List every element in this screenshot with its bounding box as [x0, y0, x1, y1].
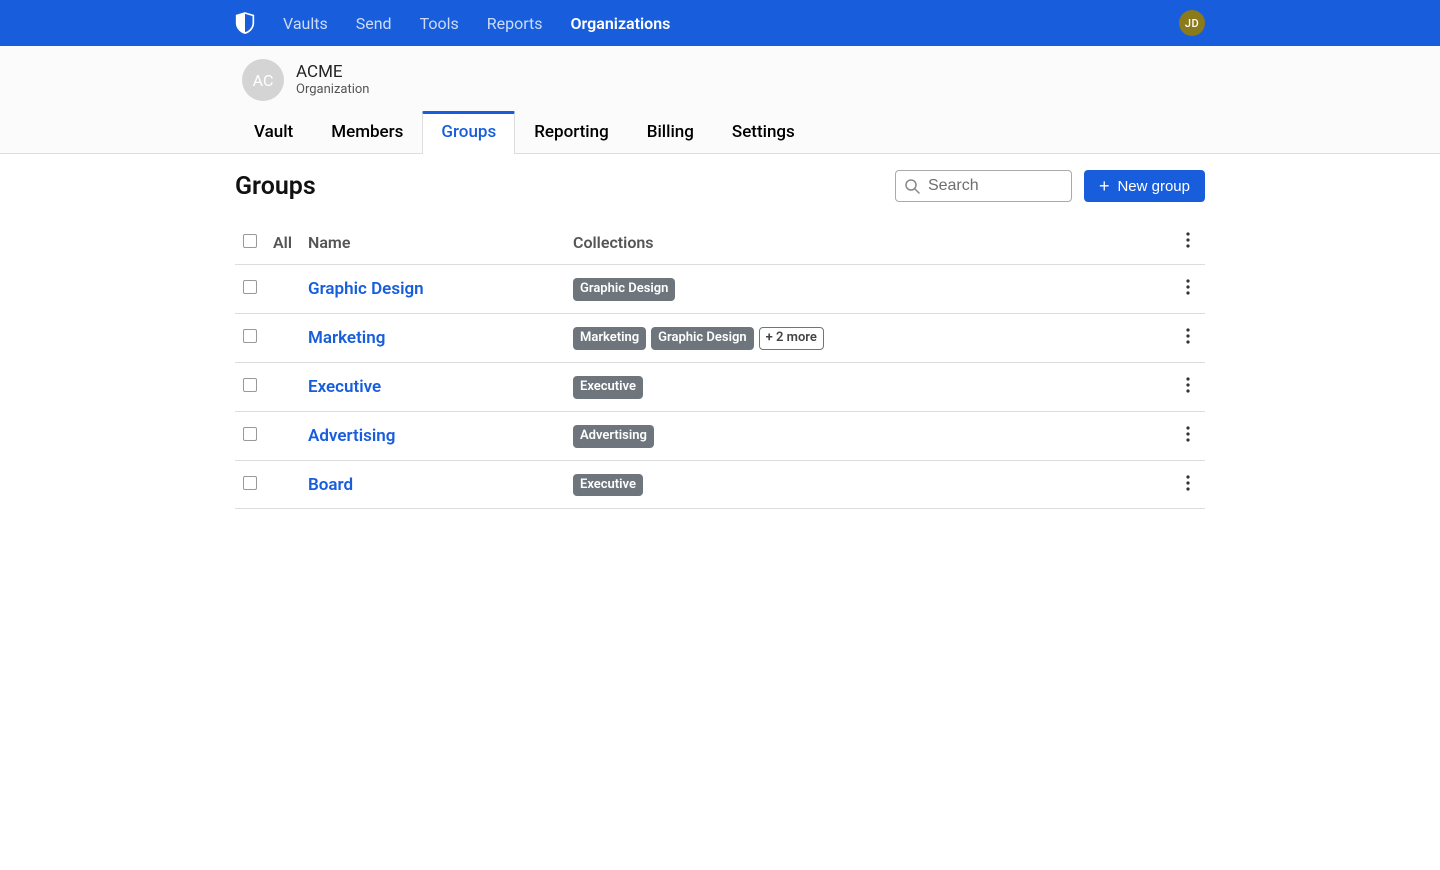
collection-badge: Graphic Design: [651, 327, 753, 350]
group-name-link[interactable]: Graphic Design: [308, 279, 424, 299]
select-all-checkbox[interactable]: [243, 234, 257, 248]
org-avatar: AC: [242, 59, 284, 101]
group-name-link[interactable]: Board: [308, 475, 353, 495]
tab-settings[interactable]: Settings: [713, 111, 814, 154]
header-collections: Collections: [565, 220, 1171, 265]
row-more-button[interactable]: [1179, 328, 1197, 344]
nav-reports[interactable]: Reports: [487, 14, 543, 33]
collection-badge: Advertising: [573, 425, 654, 448]
org-name: ACME: [296, 63, 369, 82]
nav-vaults[interactable]: Vaults: [283, 14, 328, 33]
search-input[interactable]: [895, 170, 1072, 202]
groups-table: All Name Collections Graphic DesignGraph…: [235, 220, 1205, 509]
user-avatar[interactable]: JD: [1179, 10, 1205, 36]
table-row: Board Executive: [235, 460, 1205, 509]
table-row: Graphic Design Graphic Design: [235, 265, 1205, 314]
tab-groups[interactable]: Groups: [422, 111, 515, 154]
header-name: Name: [300, 220, 565, 265]
row-checkbox[interactable]: [243, 476, 257, 490]
tab-vault[interactable]: Vault: [235, 111, 312, 154]
nav-send[interactable]: Send: [356, 14, 392, 33]
brand-shield-icon[interactable]: [235, 11, 255, 35]
row-more-button[interactable]: [1179, 426, 1197, 442]
table-row: Advertising Advertising: [235, 411, 1205, 460]
plus-icon: +: [1099, 177, 1110, 195]
row-checkbox[interactable]: [243, 378, 257, 392]
collection-badge: Executive: [573, 474, 643, 497]
row-checkbox[interactable]: [243, 329, 257, 343]
row-checkbox[interactable]: [243, 427, 257, 441]
more-collections-badge[interactable]: + 2 more: [759, 327, 824, 350]
page-title: Groups: [235, 172, 316, 201]
tab-reporting[interactable]: Reporting: [515, 111, 628, 154]
nav-organizations[interactable]: Organizations: [571, 14, 671, 33]
table-row: MarketingMarketingGraphic Design+ 2 more: [235, 313, 1205, 362]
subheader: AC ACME Organization Vault Members Group…: [0, 46, 1440, 154]
row-more-button[interactable]: [1179, 475, 1197, 491]
tab-billing[interactable]: Billing: [628, 111, 713, 154]
table-row: Executive Executive: [235, 362, 1205, 411]
org-header: AC ACME Organization: [235, 46, 1205, 111]
collection-badge: Marketing: [573, 327, 646, 350]
new-group-button[interactable]: + New group: [1084, 170, 1205, 202]
org-type: Organization: [296, 82, 369, 98]
row-checkbox[interactable]: [243, 280, 257, 294]
top-navbar: Vaults Send Tools Reports Organizations …: [0, 0, 1440, 46]
collection-badge: Graphic Design: [573, 278, 675, 301]
group-name-link[interactable]: Marketing: [308, 328, 385, 348]
nav-tools[interactable]: Tools: [420, 14, 459, 33]
org-tabs: Vault Members Groups Reporting Billing S…: [235, 111, 1205, 153]
group-name-link[interactable]: Advertising: [308, 426, 395, 446]
collection-badge: Executive: [573, 376, 643, 399]
row-more-button[interactable]: [1179, 377, 1197, 393]
header-all: All: [265, 220, 300, 265]
group-name-link[interactable]: Executive: [308, 377, 381, 397]
row-more-button[interactable]: [1179, 279, 1197, 295]
new-group-label: New group: [1117, 178, 1190, 195]
header-more-button[interactable]: [1179, 232, 1197, 248]
tab-members[interactable]: Members: [312, 111, 422, 154]
